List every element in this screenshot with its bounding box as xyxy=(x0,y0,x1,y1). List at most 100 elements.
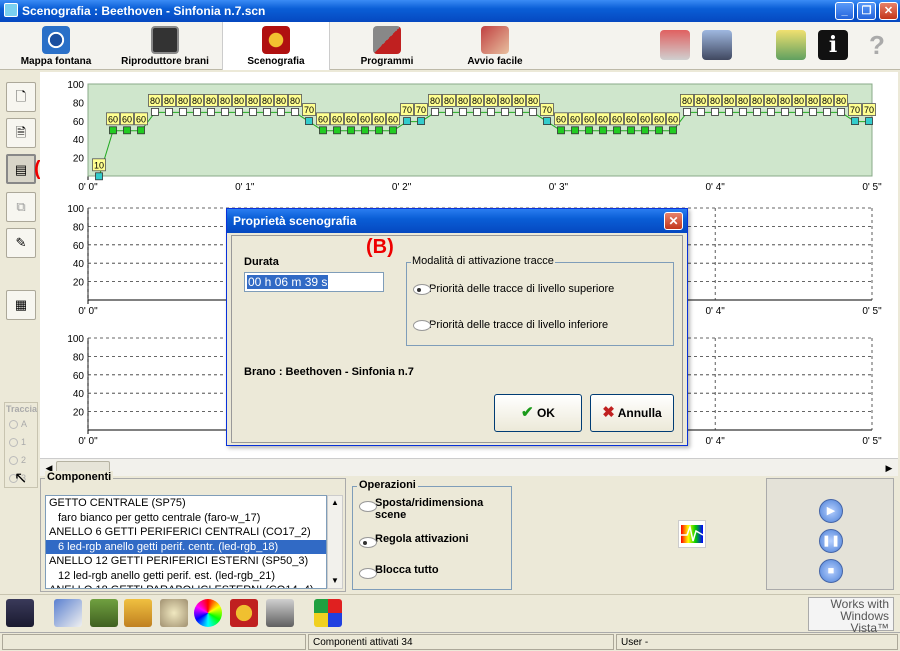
tab-riproduttore-brani[interactable]: Riproduttore brani xyxy=(110,22,220,70)
components-list[interactable]: GETTO CENTRALE (SP75) faro bianco per get… xyxy=(45,495,327,589)
track-point xyxy=(207,108,215,116)
cursor-arrow-icon: ↖ xyxy=(14,470,28,487)
help-icon[interactable]: ? xyxy=(862,30,892,60)
activation-mode-group: Modalità di attivazione tracce Priorità … xyxy=(406,255,674,346)
duration-label: Durata xyxy=(244,256,279,268)
track-point xyxy=(599,126,607,135)
x-tick-label: 0' 0" xyxy=(78,306,98,317)
component-item[interactable]: ANELLO 6 GETTI PERIFERICI CENTRALI (CO17… xyxy=(46,525,326,540)
color-wheel-icon[interactable] xyxy=(194,599,222,627)
traccia-option-1[interactable]: 1 xyxy=(5,433,37,451)
y-tick-label: 80 xyxy=(73,98,85,109)
x-tick-label: 0' 2" xyxy=(392,182,412,193)
components-title: Componenti xyxy=(45,471,114,483)
new-document-icon[interactable]: 🗋 xyxy=(6,82,36,112)
components-scrollbar[interactable]: ▲ ▼ xyxy=(327,495,343,589)
value-label: 70 xyxy=(542,105,552,115)
duration-input[interactable]: 00 h 06 m 39 s xyxy=(244,272,384,292)
close-button[interactable]: ✕ xyxy=(879,2,898,20)
grid-select-icon[interactable]: ▦ xyxy=(6,290,36,320)
check-icon: ✔ xyxy=(521,404,534,421)
y-tick-label: 80 xyxy=(73,222,85,233)
scene-properties-icon[interactable]: ▤ xyxy=(6,154,36,184)
component-item[interactable]: 12 led-rgb anello getti perif. est. (led… xyxy=(46,569,326,584)
track-point xyxy=(641,126,649,135)
music-settings-icon[interactable] xyxy=(660,30,690,60)
info-icon[interactable]: i xyxy=(818,30,848,60)
spectrum-icon[interactable] xyxy=(678,520,706,548)
track-point xyxy=(109,126,117,135)
value-label: 80 xyxy=(290,96,300,106)
value-label: 80 xyxy=(780,96,790,106)
component-item[interactable]: ANELLO 18 GETTI PARABOLICI ESTERNI (CO14… xyxy=(46,583,326,588)
track-point xyxy=(403,117,411,125)
app-icon xyxy=(4,3,18,17)
dialog-close-button[interactable]: ✕ xyxy=(664,212,683,230)
mode-option-lower[interactable]: Priorità delle tracce di livello inferio… xyxy=(413,319,608,331)
track-point xyxy=(823,108,831,116)
cancel-button[interactable]: ✖ Annulla xyxy=(590,394,674,432)
value-label: 60 xyxy=(654,114,664,124)
save-icon[interactable] xyxy=(6,599,34,627)
y-tick-label: 20 xyxy=(73,408,85,419)
value-label: 80 xyxy=(710,96,720,106)
component-item[interactable]: faro bianco per getto centrale (faro-w_1… xyxy=(46,511,326,526)
components-panel: Componenti GETTO CENTRALE (SP75) faro bia… xyxy=(40,471,346,592)
y-tick-label: 60 xyxy=(73,241,85,252)
tools-icon[interactable] xyxy=(702,30,732,60)
traccia-option-a[interactable]: A xyxy=(5,415,37,433)
track-point xyxy=(249,108,257,116)
track-point xyxy=(221,108,229,116)
flower-icon[interactable] xyxy=(160,599,188,627)
tab-mappa-fontana[interactable]: Mappa fontana xyxy=(8,22,104,70)
player-panel: ▶ ❚❚ ■ xyxy=(766,478,894,590)
operation-option[interactable]: Regola attivazioni xyxy=(359,533,509,548)
theater-mask-icon xyxy=(262,26,290,54)
track-point xyxy=(263,108,271,116)
radio-icon xyxy=(9,438,18,448)
scroll-down-icon[interactable]: ▼ xyxy=(328,574,342,588)
tab-programmi[interactable]: Programmi xyxy=(342,22,432,70)
person-icon[interactable] xyxy=(124,599,152,627)
track-point xyxy=(123,126,131,135)
track-point xyxy=(767,108,775,116)
value-label: 60 xyxy=(668,114,678,124)
copy-scene-icon[interactable]: ⧉ xyxy=(6,192,36,222)
value-label: 60 xyxy=(640,114,650,124)
checklist-icon[interactable] xyxy=(776,30,806,60)
value-label: 80 xyxy=(766,96,776,106)
stop-icon[interactable]: ■ xyxy=(819,559,843,583)
minimize-button[interactable]: _ xyxy=(835,2,854,20)
chart-check-icon[interactable] xyxy=(90,599,118,627)
edit-list-icon[interactable] xyxy=(54,599,82,627)
pause-icon[interactable]: ❚❚ xyxy=(819,529,843,553)
scroll-up-icon[interactable]: ▲ xyxy=(328,496,342,510)
ok-button[interactable]: ✔ OK xyxy=(494,394,582,432)
edit-scene-icon[interactable]: ✎ xyxy=(6,228,36,258)
main-toolbar: Mappa fontana Riproduttore brani Scenogr… xyxy=(0,22,900,70)
play-icon[interactable]: ▶ xyxy=(819,499,843,523)
traccia-option-2[interactable]: 2 xyxy=(5,451,37,469)
tab-label: Mappa fontana xyxy=(20,56,92,67)
component-item[interactable]: GETTO CENTRALE (SP75) xyxy=(46,496,326,511)
properties-dialog: Proprietà scenografia ✕ Durata 00 h 06 m… xyxy=(226,208,688,446)
tab-avvio-facile[interactable]: Avvio facile xyxy=(450,22,540,70)
value-label: 80 xyxy=(192,96,202,106)
y-tick-label: 20 xyxy=(73,278,85,289)
scroll-right-icon[interactable]: ▶ xyxy=(882,461,896,475)
theater-mask-icon[interactable] xyxy=(230,599,258,627)
export-icon[interactable] xyxy=(266,599,294,627)
component-item[interactable]: 6 led-rgb anello getti perif. centr. (le… xyxy=(46,539,326,554)
maximize-button[interactable]: ❐ xyxy=(857,2,876,20)
operation-option[interactable]: Blocca tutto xyxy=(359,564,509,579)
document-properties-icon[interactable]: 🗎 xyxy=(6,118,36,148)
tab-scenografia[interactable]: Scenografia xyxy=(222,22,330,70)
operation-option[interactable]: Sposta/ridimensiona scene xyxy=(359,497,509,521)
value-label: 70 xyxy=(850,105,860,115)
mode-option-upper[interactable]: Priorità delle tracce di livello superio… xyxy=(413,283,614,295)
cube-icon[interactable] xyxy=(314,599,342,627)
value-label: 60 xyxy=(332,114,342,124)
track-point xyxy=(277,108,285,116)
component-item[interactable]: ANELLO 12 GETTI PERIFERICI ESTERNI (SP50… xyxy=(46,554,326,569)
horizontal-scrollbar[interactable]: ◀ ▶ xyxy=(40,458,898,476)
